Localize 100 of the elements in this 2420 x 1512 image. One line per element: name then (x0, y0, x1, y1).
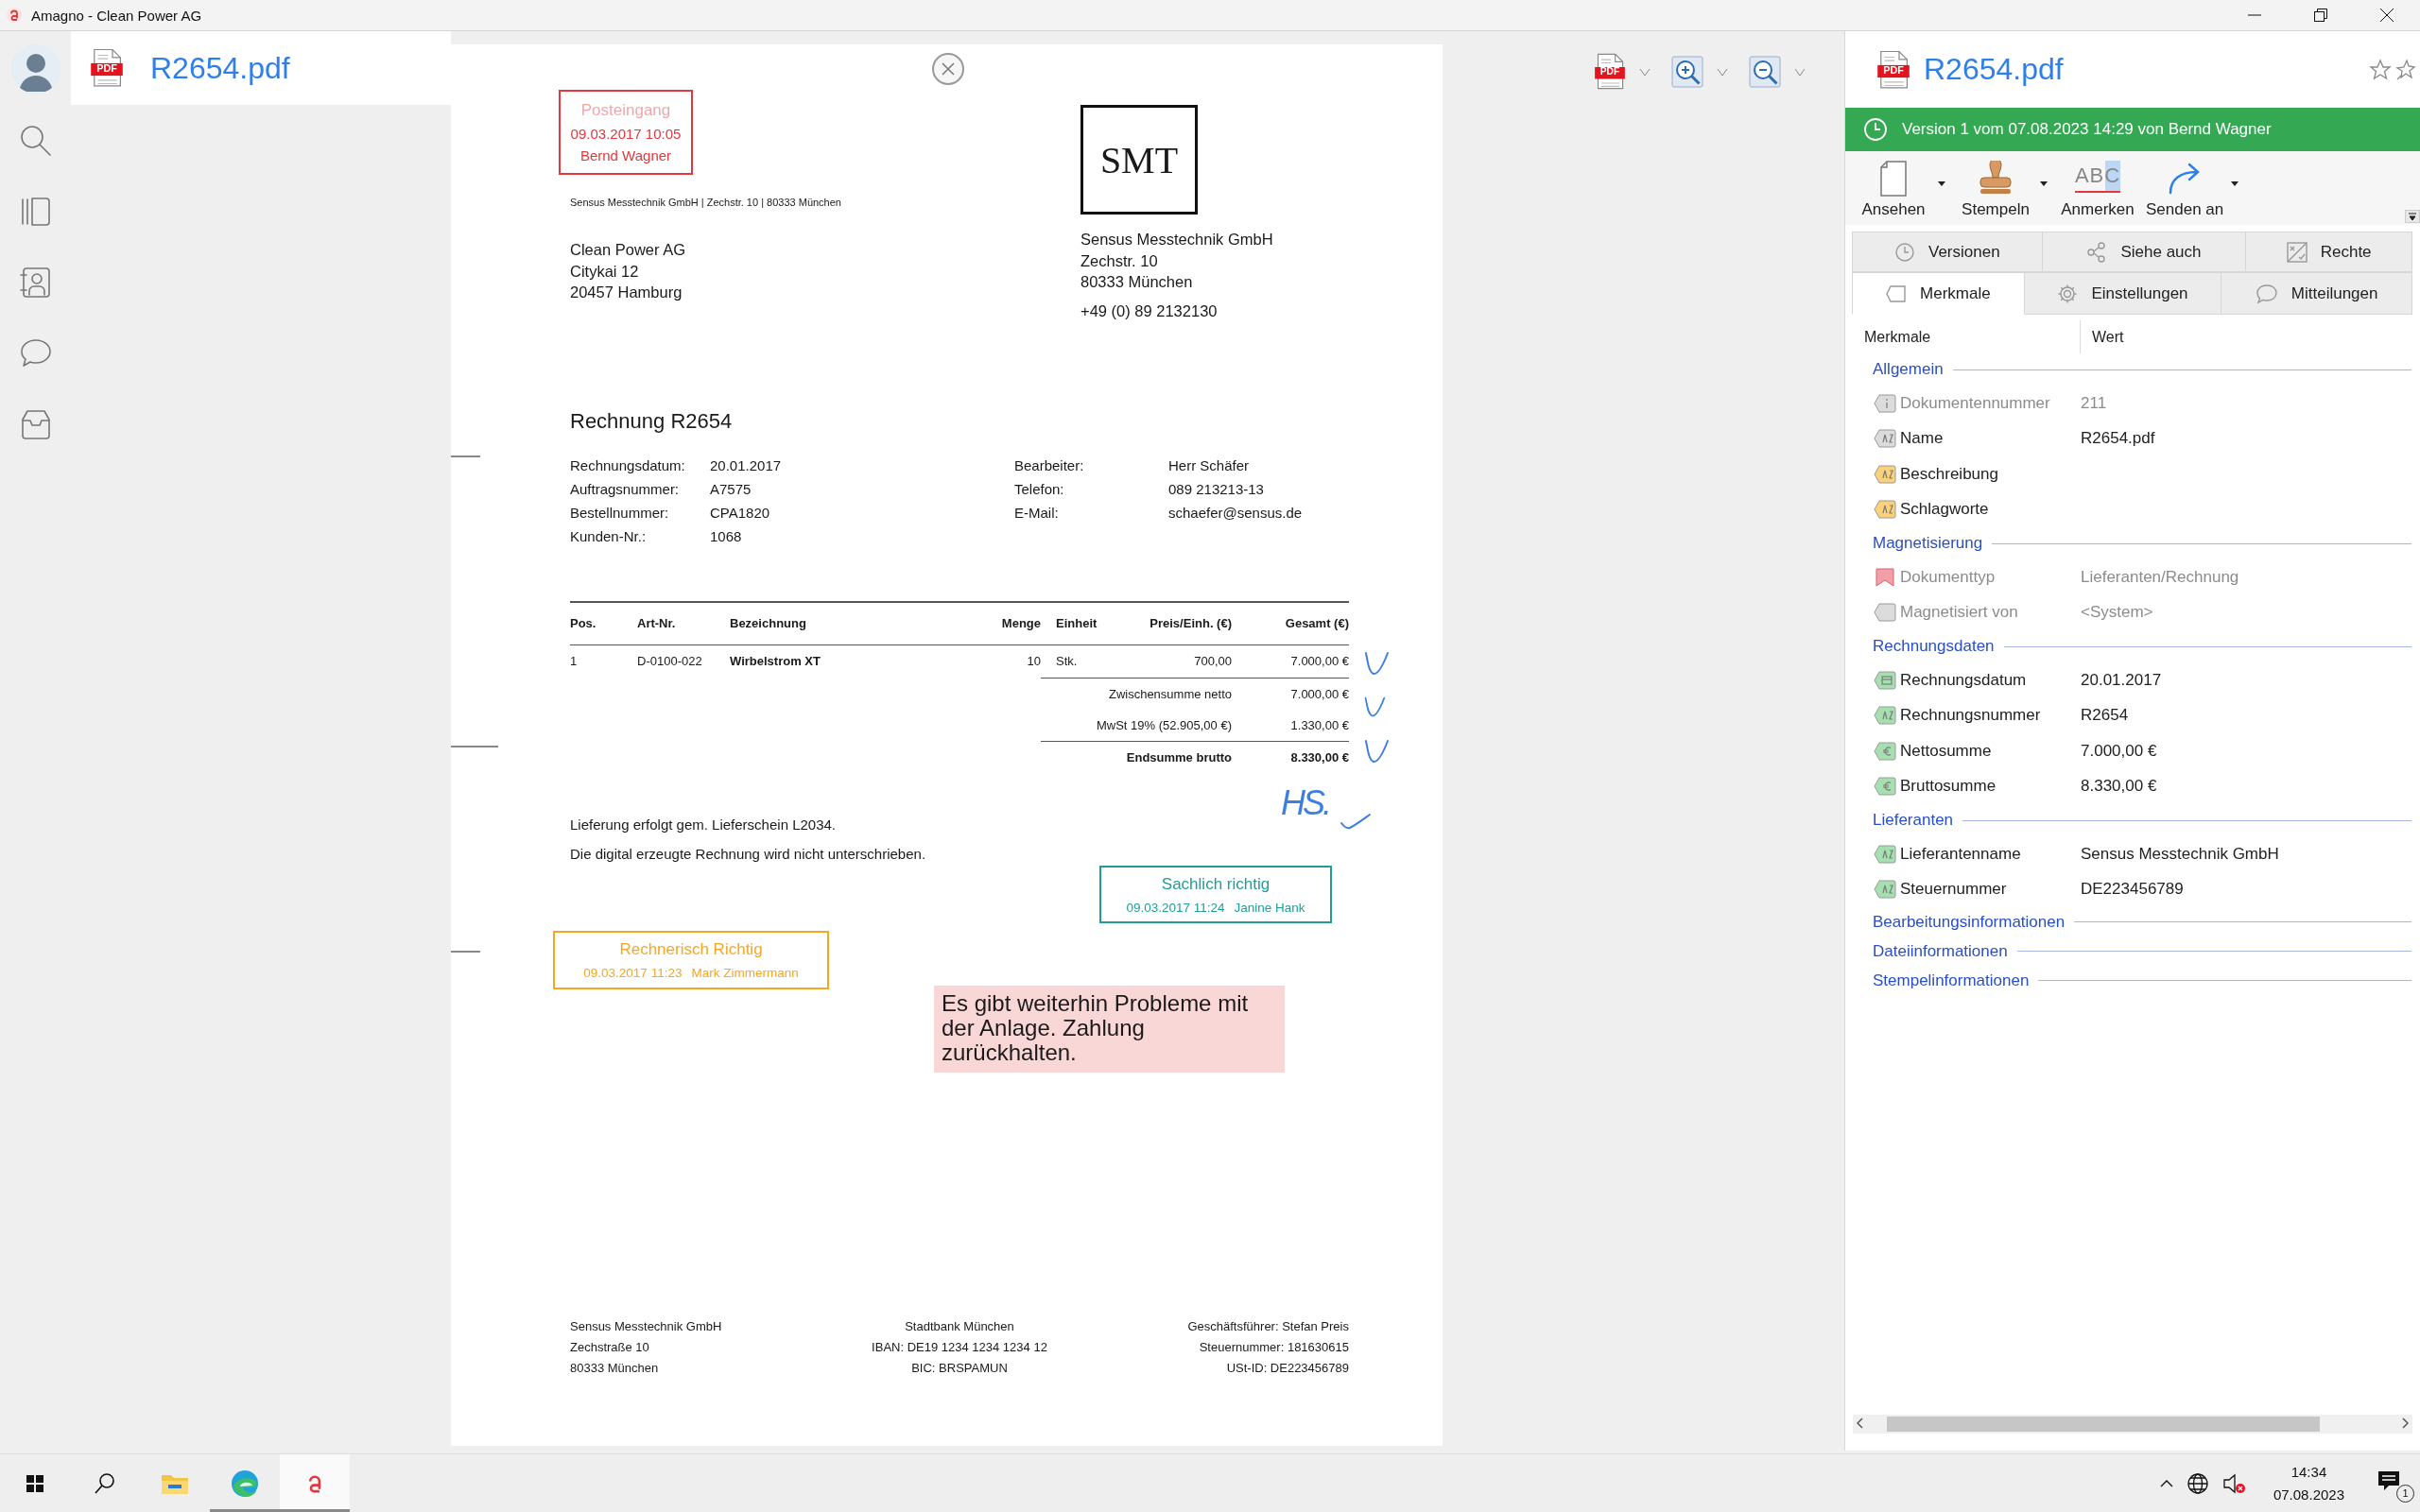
overflow-button[interactable] (2405, 210, 2420, 223)
detail-value: schaefer@sensus.de (1168, 505, 1304, 521)
detail-label: Bestellnummer: (570, 505, 670, 521)
group-header[interactable]: Magnetisierung (1873, 534, 1983, 553)
inbox-icon[interactable] (19, 408, 52, 440)
property-label: Rechnungsdatum (1899, 670, 2028, 690)
column-header: Preis/Einh. (€) (1149, 615, 1232, 632)
footer-text: BIC: BRSPAMUN (910, 1360, 1009, 1377)
windows-icon[interactable] (26, 1474, 43, 1492)
property-label: Rechnungsnummer (1899, 706, 2042, 726)
notification-button[interactable]: 1 (2375, 1464, 2414, 1503)
table-cell-text: 1 (570, 653, 579, 670)
property-label: Lieferantenname (1899, 844, 2022, 864)
stamp-title: Posteingang (580, 101, 671, 120)
column-header: Wert (2091, 328, 2125, 346)
footer-text: Stadtbank München (904, 1318, 1015, 1335)
tab[interactable]: Versionen (1852, 232, 2043, 272)
detail-value: 1068 (710, 528, 743, 544)
company-logo: SMT (1080, 105, 1198, 215)
property-label: Name (1899, 429, 1945, 449)
tab[interactable]: Einstellungen (2024, 272, 2222, 315)
settings-icon (2057, 283, 2079, 304)
detail-label: Kunden-Nr.: (570, 528, 648, 544)
star-icon[interactable] (2369, 58, 2392, 81)
panel-icon[interactable] (19, 196, 52, 228)
tag-icon (1886, 284, 1908, 302)
tab[interactable]: Merkmale (1852, 272, 2025, 315)
property-value: 7.000,00 € (2081, 741, 2158, 761)
property-value: 20.01.2017 (2081, 670, 2163, 690)
total-label: MwSt 19% (52.905,00 €) (1095, 717, 1232, 734)
detail-label: E-Mail: (1014, 505, 1060, 521)
zoom-in-icon[interactable] (1671, 55, 1703, 88)
group-header[interactable]: Stempelinformationen (1873, 971, 2030, 990)
taskbar-clock[interactable]: 14:34 07.08.2023 (2273, 1460, 2344, 1506)
group-header[interactable]: Bearbeitungsinformationen (1873, 912, 2066, 932)
sender-line: Sensus Messtechnik GmbH | Zechstr. 10 | 80333 München (570, 197, 842, 209)
group-header[interactable]: Lieferanten (1873, 811, 1954, 830)
property-label: Steuernummer (1899, 880, 2008, 900)
property-value: Sensus Messtechnik GmbH (2081, 844, 2280, 864)
scroll-thumb[interactable] (1887, 1417, 2320, 1432)
property-label: Magnetisiert von (1899, 603, 2019, 623)
group-header[interactable]: Allgemein (1873, 360, 1944, 379)
user-avatar[interactable] (10, 44, 60, 94)
footer-text: Geschäftsführer: Stefan Preis (1186, 1318, 1349, 1335)
table-cell-text: 10 (1026, 653, 1041, 670)
property-label: Dokumentennummer (1899, 393, 2051, 413)
action-button[interactable]: Ansehen (1851, 157, 1936, 219)
property-value: DE223456789 (2081, 880, 2185, 900)
detail-value: 20.01.2017 (710, 457, 783, 473)
stamp-title: Rechnerisch Richtig (619, 940, 763, 959)
table-cell-text: Stk. (1055, 653, 1079, 670)
group-header[interactable]: Rechnungsdaten (1873, 637, 1995, 656)
action-button[interactable]: ABC Anmerken (2055, 157, 2140, 219)
recipient-address-line: Citykai 12 (570, 261, 640, 282)
version-text: Version 1 vom 07.08.2023 14:29 von Bernd Wagner (1902, 120, 2272, 139)
property-label: Nettosumme (1899, 741, 1993, 761)
search-icon[interactable] (93, 1470, 117, 1496)
column-header: Art-Nr. (637, 615, 677, 632)
table-cell-text: 7.000,00 € (1289, 653, 1349, 670)
property-label: Bruttosumme (1899, 777, 1997, 797)
chat-icon[interactable] (19, 337, 52, 369)
check-mark-icon (1363, 649, 1390, 678)
footer-text: IBAN: DE19 1234 1234 1234 12 (871, 1339, 1048, 1356)
footer-text: 80333 München (570, 1360, 660, 1377)
tab[interactable]: Mitteilungen (2221, 272, 2412, 315)
action-button[interactable]: Senden an (2140, 157, 2230, 219)
check-mark-icon (1363, 737, 1390, 765)
total-label: Endsumme brutto (1125, 749, 1232, 766)
column-header: Bezeichnung (730, 615, 807, 632)
app-logo-icon (7, 8, 22, 23)
detail-label: Telefon: (1014, 481, 1065, 497)
property-label: Beschreibung (1899, 464, 1999, 484)
property-value: 211 (2081, 393, 2108, 413)
invoice-title: Rechnung R2654 (570, 409, 734, 434)
total-label: Zwischensumme netto (1107, 686, 1232, 703)
action-button[interactable]: Stempeln (1953, 157, 2038, 219)
chevron-up-icon[interactable] (2159, 1478, 2173, 1488)
contact-card-icon[interactable] (19, 266, 52, 299)
share-icon (2086, 241, 2108, 263)
group-header[interactable]: Dateiinformationen (1873, 941, 2008, 961)
taskbar-app[interactable] (280, 1454, 350, 1512)
speaker-muted-icon[interactable] (2221, 1471, 2247, 1495)
tab[interactable]: Siehe auch (2042, 232, 2247, 272)
handwritten-initials: HS. (1281, 782, 1329, 824)
footer-text: Steuernummer: 181630615 (1198, 1339, 1349, 1356)
total-value: 1.330,00 € (1289, 717, 1349, 734)
detail-value: CPA1820 (710, 505, 771, 521)
detail-label: Bearbeiter: (1014, 457, 1085, 473)
globe-icon[interactable] (2186, 1471, 2209, 1495)
tab[interactable]: Rechte (2246, 232, 2412, 272)
close-button[interactable] (932, 53, 964, 85)
close-icon (941, 61, 956, 77)
pin-star-icon[interactable] (2394, 58, 2416, 81)
column-header: Merkmale (1845, 320, 2081, 353)
browser-icon[interactable] (231, 1469, 259, 1498)
chevron-left-icon (1857, 1417, 1864, 1429)
zoom-out-icon[interactable] (1749, 55, 1781, 88)
clock-icon (1894, 241, 1915, 263)
page-icon (1879, 161, 1908, 197)
minimize-icon (2247, 14, 2262, 16)
